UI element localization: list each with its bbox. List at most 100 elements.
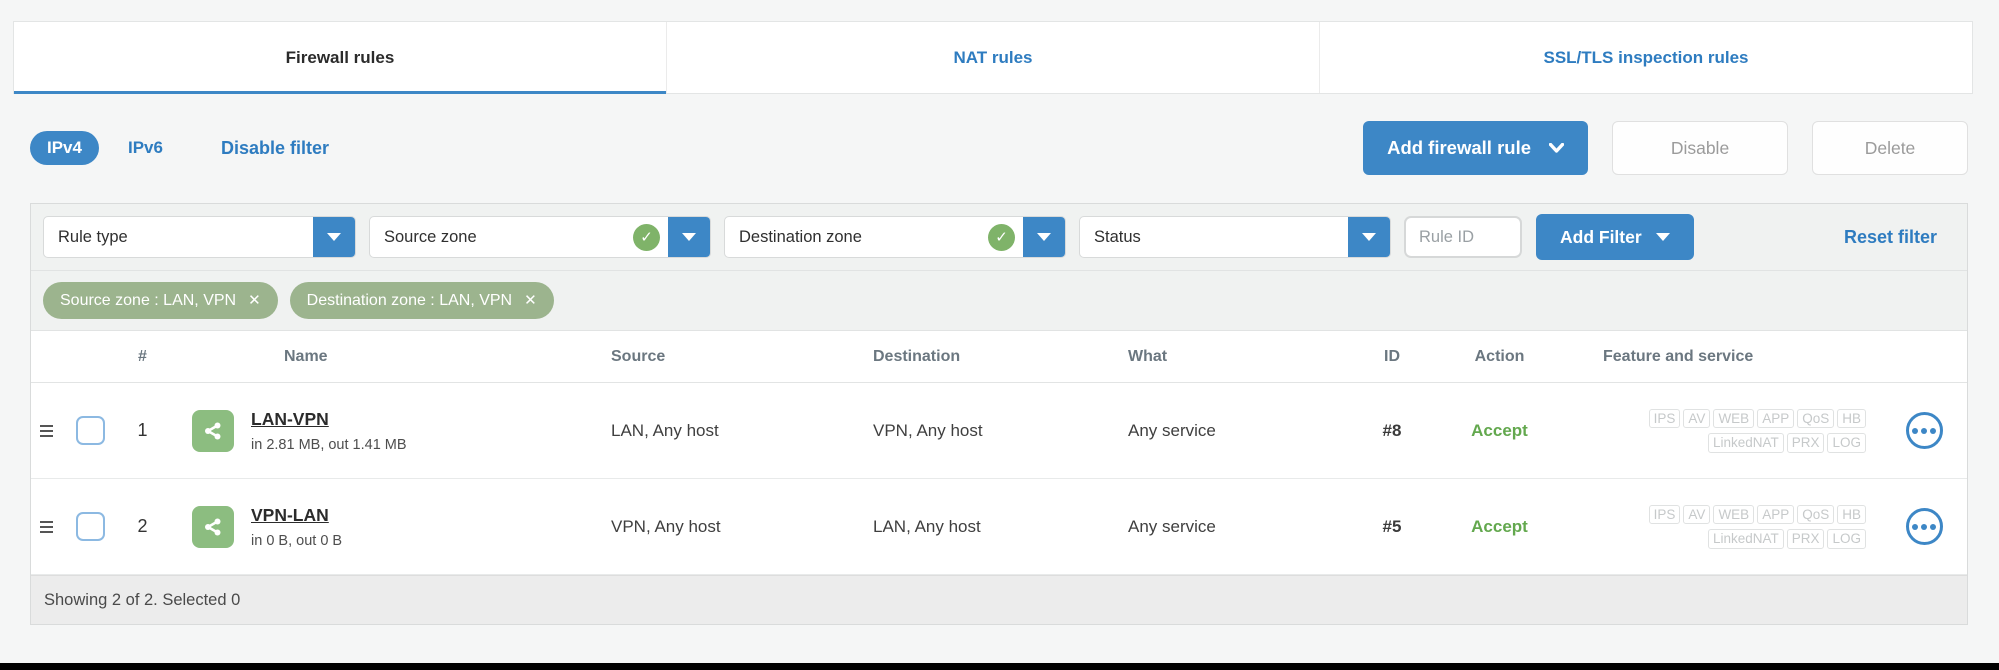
filter-chip-label: Source zone : LAN, VPN [60, 292, 236, 310]
row-checkbox[interactable] [76, 512, 105, 541]
badges-line2: LinkedNATPRXLOG [1566, 433, 1866, 453]
feature-badge: WEB [1713, 505, 1754, 525]
feature-badge: APP [1757, 409, 1794, 429]
ipv6-toggle[interactable]: IPv6 [128, 138, 163, 158]
table-header-row: # Name Source Destination What ID Action… [31, 331, 1967, 383]
source-zone-dropdown-label: Source zone [370, 228, 633, 247]
delete-button[interactable]: Delete [1812, 121, 1968, 175]
active-filter-chips: Source zone : LAN, VPN ✕ Destination zon… [31, 271, 1967, 331]
feature-badge: IPS [1649, 505, 1681, 525]
rule-type-dropdown[interactable]: Rule type [43, 216, 356, 258]
rule-name-link[interactable]: LAN-VPN [251, 409, 329, 429]
header-name: Name [166, 348, 591, 366]
share-icon [192, 410, 234, 452]
feature-badge: LOG [1827, 433, 1866, 453]
feature-badge: LinkedNAT [1708, 433, 1784, 453]
status-dropdown[interactable]: Status [1079, 216, 1391, 258]
dropdown-arrow-button[interactable] [668, 216, 710, 258]
feature-badge: IPS [1649, 409, 1681, 429]
rule-traffic: in 2.81 MB, out 1.41 MB [251, 437, 407, 453]
cell-source: VPN, Any host [591, 517, 856, 537]
triangle-down-icon [1362, 233, 1376, 241]
header-destination: Destination [856, 348, 1111, 366]
table-body: 1 LAN-VPN in 2.81 MB, out 1.41 MB LAN, A… [31, 383, 1967, 575]
row-checkbox[interactable] [76, 416, 105, 445]
footer-summary: Showing 2 of 2. Selected 0 [44, 591, 240, 610]
triangle-down-icon [1037, 233, 1051, 241]
cell-destination: LAN, Any host [856, 517, 1111, 537]
destination-zone-dropdown[interactable]: Destination zone ✓ [724, 216, 1066, 258]
dropdown-arrow-button[interactable] [313, 216, 355, 258]
rule-name-link[interactable]: VPN-LAN [251, 505, 329, 525]
cell-source: LAN, Any host [591, 421, 856, 441]
dropdown-arrow-button[interactable] [1023, 216, 1065, 258]
cell-id: #8 [1351, 421, 1433, 441]
header-what: What [1111, 348, 1351, 366]
cell-what: Any service [1111, 421, 1351, 441]
header-source: Source [591, 348, 856, 366]
feature-badge: PRX [1787, 433, 1825, 453]
feature-badge: LinkedNAT [1708, 529, 1784, 549]
share-icon [192, 506, 234, 548]
triangle-down-icon [327, 233, 341, 241]
feature-badge: QoS [1797, 409, 1834, 429]
selection-check-icon: ✓ [988, 224, 1015, 251]
cell-feature-and-service: IPSAVWEBAPPQoSHB LinkedNATPRXLOG [1566, 505, 1881, 549]
chevron-down-icon [1549, 143, 1564, 153]
feature-badge: AV [1683, 409, 1710, 429]
feature-badge: WEB [1713, 409, 1754, 429]
badges-line1: IPSAVWEBAPPQoSHB [1566, 409, 1866, 429]
selection-check-icon: ✓ [633, 224, 660, 251]
rule-id-input[interactable] [1404, 216, 1522, 258]
add-firewall-rule-label: Add firewall rule [1387, 137, 1531, 159]
row-menu-ellipsis-icon[interactable] [1906, 412, 1943, 449]
add-firewall-rule-button[interactable]: Add firewall rule [1363, 121, 1588, 175]
toolbar-actions: Add firewall rule Disable Delete [1363, 121, 1968, 175]
header-id: ID [1351, 348, 1433, 366]
bottom-edge-bar [0, 663, 1999, 670]
remove-chip-icon[interactable]: ✕ [524, 293, 537, 308]
source-zone-dropdown[interactable]: Source zone ✓ [369, 216, 711, 258]
feature-badge: PRX [1787, 529, 1825, 549]
drag-handle-icon[interactable] [40, 521, 53, 533]
filter-chip-label: Destination zone : LAN, VPN [307, 292, 512, 310]
tab-firewall-rules[interactable]: Firewall rules [14, 22, 666, 93]
tab-ssl-tls-inspection-rules[interactable]: SSL/TLS inspection rules [1319, 22, 1972, 93]
table-row: 1 LAN-VPN in 2.81 MB, out 1.41 MB LAN, A… [31, 383, 1967, 479]
dropdown-arrow-button[interactable] [1348, 216, 1390, 258]
reset-filter-link[interactable]: Reset filter [1844, 227, 1937, 248]
firewall-rules-panel: Rule type Source zone ✓ Destination zone… [30, 203, 1968, 625]
cell-action: Accept [1433, 421, 1566, 441]
tab-nat-rules[interactable]: NAT rules [666, 22, 1319, 93]
row-menu-ellipsis-icon[interactable] [1906, 508, 1943, 545]
feature-badge: LOG [1827, 529, 1866, 549]
rule-traffic: in 0 B, out 0 B [251, 533, 342, 549]
feature-badge: HB [1837, 505, 1866, 525]
header-action: Action [1433, 348, 1566, 366]
toolbar: IPv4 IPv6 Disable filter Add firewall ru… [30, 118, 1968, 178]
header-index: # [119, 348, 166, 366]
triangle-down-icon [682, 233, 696, 241]
add-filter-button[interactable]: Add Filter [1536, 214, 1694, 260]
ipv4-toggle[interactable]: IPv4 [30, 131, 99, 165]
disable-filter-link[interactable]: Disable filter [221, 138, 329, 159]
rule-type-tabbar: Firewall rules NAT rules SSL/TLS inspect… [13, 21, 1973, 94]
remove-chip-icon[interactable]: ✕ [248, 293, 261, 308]
filter-chip-destination-zone: Destination zone : LAN, VPN ✕ [290, 282, 554, 319]
filter-chip-source-zone: Source zone : LAN, VPN ✕ [43, 282, 278, 319]
header-feature-and-service: Feature and service [1566, 348, 1881, 366]
cell-id: #5 [1351, 517, 1433, 537]
destination-zone-dropdown-label: Destination zone [725, 228, 988, 247]
cell-what: Any service [1111, 517, 1351, 537]
badges-line1: IPSAVWEBAPPQoSHB [1566, 505, 1866, 525]
row-index: 1 [119, 420, 166, 441]
cell-destination: VPN, Any host [856, 421, 1111, 441]
triangle-down-icon [1656, 233, 1670, 241]
disable-button[interactable]: Disable [1612, 121, 1788, 175]
status-dropdown-label: Status [1080, 228, 1348, 247]
table-row: 2 VPN-LAN in 0 B, out 0 B VPN, Any host … [31, 479, 1967, 575]
drag-handle-icon[interactable] [40, 425, 53, 437]
add-filter-label: Add Filter [1560, 227, 1642, 248]
cell-action: Accept [1433, 517, 1566, 537]
table-footer: Showing 2 of 2. Selected 0 [31, 575, 1967, 624]
